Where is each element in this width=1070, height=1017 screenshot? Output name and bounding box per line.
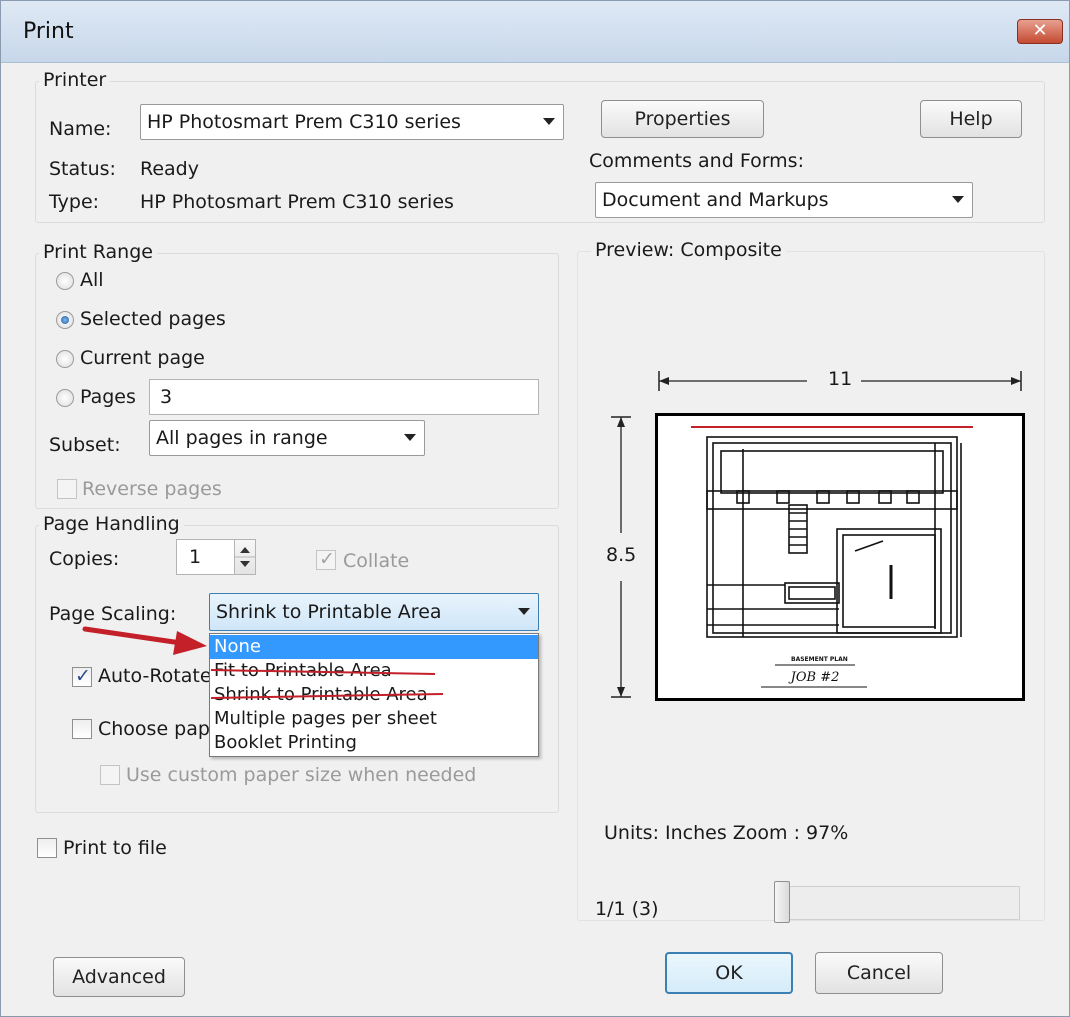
page-scaling-value: Shrink to Printable Area (216, 601, 442, 623)
printer-type-value: HP Photosmart Prem C310 series (140, 191, 454, 213)
copies-spinner[interactable] (234, 539, 256, 575)
radio-all-label[interactable]: All (80, 269, 104, 291)
copies-label: Copies: (49, 548, 120, 570)
units-zoom-readout: Units: Inches Zoom : 97% (604, 822, 849, 844)
print-to-file-checkbox[interactable] (37, 838, 57, 858)
properties-button[interactable]: Properties (601, 100, 764, 138)
close-button[interactable]: ✕ (1017, 19, 1063, 44)
page-scaling-select[interactable]: Shrink to Printable Area (209, 593, 539, 631)
preview-page-slider[interactable] (774, 886, 1020, 920)
radio-selected-pages[interactable] (56, 311, 74, 329)
collate-label: Collate (343, 550, 410, 572)
chevron-down-icon (404, 434, 416, 441)
title-bar[interactable]: Print ✕ (1, 1, 1069, 63)
advanced-button[interactable]: Advanced (53, 957, 185, 997)
width-dimension-label: 11 (828, 368, 853, 390)
comments-forms-value: Document and Markups (602, 189, 829, 211)
custom-paper-checkbox[interactable] (100, 765, 120, 785)
comments-forms-label: Comments and Forms: (589, 150, 804, 172)
auto-rotate-label[interactable]: Auto-Rotate (98, 665, 212, 687)
print-range-label: Print Range (39, 241, 157, 263)
custom-paper-label: Use custom paper size when needed (126, 764, 477, 786)
subset-select[interactable]: All pages in range (149, 420, 425, 456)
svg-text:BASEMENT PLAN: BASEMENT PLAN (791, 656, 848, 663)
printer-name-select[interactable]: HP Photosmart Prem C310 series (140, 104, 564, 140)
radio-current-page-label[interactable]: Current page (80, 347, 205, 369)
chevron-down-icon (952, 196, 964, 203)
advanced-button-label: Advanced (72, 966, 166, 988)
copies-input-value: 1 (189, 546, 202, 568)
auto-rotate-checkbox[interactable] (72, 665, 92, 687)
printer-status-value: Ready (140, 158, 199, 180)
window-title: Print (23, 19, 74, 44)
ok-button-label: OK (715, 962, 743, 984)
preview-slider-thumb[interactable] (774, 881, 790, 923)
page-preview: BASEMENT PLAN JOB #2 (655, 413, 1025, 701)
cancel-button[interactable]: Cancel (815, 952, 943, 994)
help-button-label: Help (949, 108, 993, 130)
printer-name-value: HP Photosmart Prem C310 series (147, 111, 461, 133)
height-dimension-label: 8.5 (606, 544, 637, 566)
subset-label: Subset: (49, 434, 121, 456)
radio-pages[interactable] (56, 389, 74, 407)
drawing-caption: JOB #2 (788, 670, 840, 685)
printer-name-label: Name: (49, 118, 112, 140)
print-dialog: Print ✕ Printer Name: HP Photosmart Prem… (0, 0, 1070, 1017)
collate-checkbox[interactable] (316, 548, 336, 570)
printer-type-label: Type: (49, 191, 100, 213)
spinner-arrows-icon (235, 547, 255, 567)
option-none[interactable]: None (210, 635, 538, 659)
choose-paper-label[interactable]: Choose pape (98, 718, 222, 740)
pages-input[interactable]: 3 (149, 379, 539, 415)
help-button[interactable]: Help (920, 100, 1022, 138)
radio-all[interactable] (56, 272, 74, 290)
reverse-pages-checkbox[interactable] (57, 479, 77, 499)
preview-label: Preview: Composite (591, 239, 786, 261)
ok-button[interactable]: OK (665, 952, 793, 994)
option-booklet[interactable]: Booklet Printing (210, 731, 538, 755)
copies-input[interactable]: 1 (176, 539, 236, 575)
subset-value: All pages in range (156, 427, 328, 449)
option-multiple-pages[interactable]: Multiple pages per sheet (210, 707, 538, 731)
cancel-button-label: Cancel (846, 962, 912, 984)
radio-current-page[interactable] (56, 350, 74, 368)
radio-pages-label[interactable]: Pages (80, 386, 136, 408)
page-indicator: 1/1 (3) (595, 898, 659, 920)
chevron-down-icon (518, 608, 530, 615)
choose-paper-checkbox[interactable] (72, 719, 92, 739)
chevron-down-icon (543, 118, 555, 125)
radio-selected-pages-label[interactable]: Selected pages (80, 308, 226, 330)
pages-input-value: 3 (160, 386, 173, 408)
printer-group-label: Printer (39, 69, 111, 91)
annotation-arrow-icon (82, 626, 207, 655)
comments-forms-select[interactable]: Document and Markups (595, 182, 973, 218)
print-to-file-label[interactable]: Print to file (63, 837, 167, 859)
reverse-pages-label: Reverse pages (82, 478, 222, 500)
close-icon: ✕ (1032, 20, 1048, 41)
page-handling-label: Page Handling (39, 513, 184, 535)
printer-status-label: Status: (49, 158, 116, 180)
properties-button-label: Properties (634, 108, 731, 130)
